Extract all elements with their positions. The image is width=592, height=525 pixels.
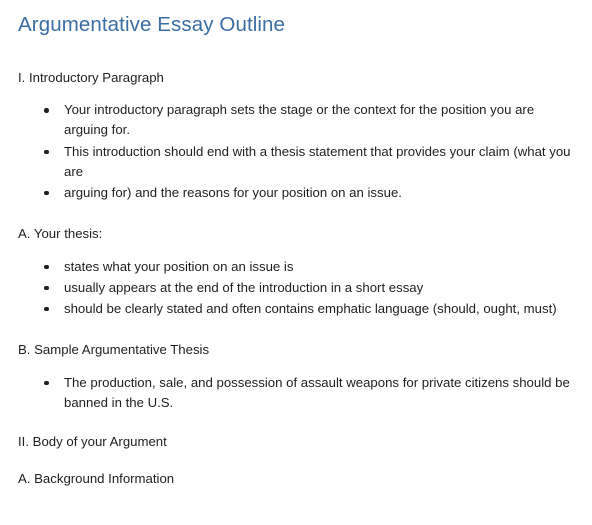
list-item: The production, sale, and possession of … — [18, 373, 578, 393]
list-item: arguing for) and the reasons for your po… — [18, 183, 578, 203]
list-item-text: This introduction should end with a thes… — [64, 143, 571, 179]
list-item-text: usually appears at the end of the introd… — [64, 279, 424, 295]
bullet-list-intro-paragraph: Your introductory paragraph sets the sta… — [18, 100, 578, 202]
list-item: Your introductory paragraph sets the sta… — [18, 100, 578, 140]
outline-heading-sample-argumentative-thesis: B. Sample Argumentative Thesis — [18, 341, 210, 357]
list-item-text: Your introductory paragraph sets the sta… — [64, 102, 535, 138]
list-item-text: The production, sale, and possession of … — [64, 374, 570, 390]
list-item: should be clearly stated and often conta… — [18, 299, 578, 319]
bullet-list-sample-thesis: The production, sale, and possession of … — [18, 373, 578, 393]
list-item-text: should be clearly stated and often conta… — [64, 300, 557, 316]
list-item-text: arguing for) and the reasons for your po… — [64, 184, 402, 200]
outline-heading-your-thesis: A. Your thesis: — [18, 225, 103, 241]
outline-heading-intro-paragraph: I. Introductory Paragraph — [18, 69, 164, 85]
document-page: Argumentative Essay Outline I. Introduct… — [0, 0, 592, 525]
bullet-list-your-thesis: states what your position on an issue is… — [18, 257, 578, 319]
list-item-continuation-text: banned in the U.S. — [64, 394, 174, 410]
page-title: Argumentative Essay Outline — [18, 13, 286, 36]
outline-heading-body-of-your-argument: II. Body of your Argument — [18, 433, 167, 449]
list-item-text: states what your position on an issue is — [64, 258, 294, 274]
list-item: states what your position on an issue is — [18, 257, 578, 277]
list-item: usually appears at the end of the introd… — [18, 278, 578, 298]
outline-heading-background-information: A. Background Information — [18, 471, 175, 487]
list-item: This introduction should end with a thes… — [18, 142, 578, 182]
